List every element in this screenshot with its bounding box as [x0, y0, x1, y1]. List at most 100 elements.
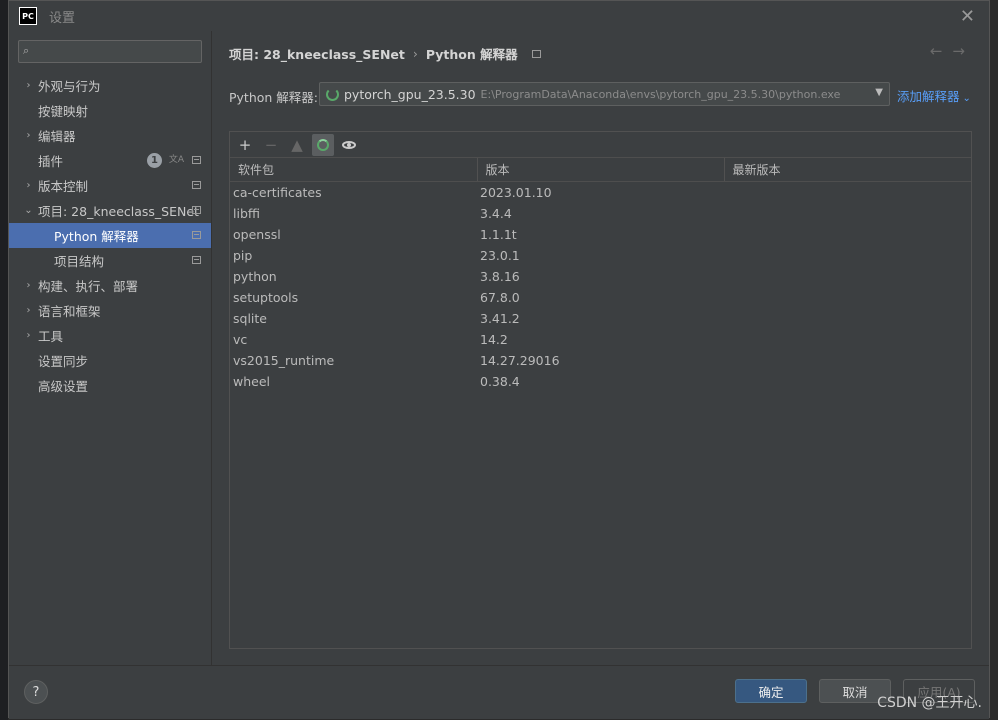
sidebar-item-label: 工具 [38, 329, 64, 344]
window-title: 设置 [49, 10, 76, 26]
latest-version-cell [724, 202, 971, 224]
chevron-right-icon[interactable]: › [22, 130, 35, 141]
version-cell: 23.0.1 [477, 244, 724, 266]
package-name-cell: sqlite [230, 307, 477, 329]
sidebar-item[interactable]: 设置同步 [9, 348, 211, 373]
show-early-releases-button[interactable] [338, 134, 360, 156]
sidebar-item[interactable]: 按键映射 [9, 98, 211, 123]
remove-package-button[interactable]: − [260, 134, 282, 156]
add-interpreter-link[interactable]: 添加解释器 ⌄ [897, 86, 971, 105]
interpreter-select[interactable]: pytorch_gpu_23.5.30 E:\ProgramData\Anaco… [319, 82, 890, 106]
eye-icon [342, 140, 356, 149]
sidebar-item[interactable]: › 构建、执行、部署 [9, 273, 211, 298]
latest-version-cell [724, 286, 971, 308]
version-cell: 0.38.4 [477, 370, 724, 392]
package-name-cell: openssl [230, 223, 477, 245]
add-interpreter-label: 添加解释器 [897, 89, 960, 104]
sidebar-item-label: 设置同步 [38, 354, 89, 369]
chevron-right-icon[interactable]: › [22, 305, 35, 316]
chevron-down-icon: ⌄ [962, 93, 971, 104]
table-row[interactable]: vs2015_runtime 14.27.29016 [230, 349, 971, 371]
column-header-package[interactable]: 软件包 [230, 157, 477, 182]
column-header-version[interactable]: 版本 [476, 157, 724, 182]
package-name-cell: vs2015_runtime [230, 349, 477, 371]
sidebar-item[interactable]: ⌄ 项目: 28_kneeclass_SENet [9, 198, 211, 223]
search-input[interactable]: ⌕ [18, 40, 202, 63]
update-count-badge: 1 [147, 153, 162, 168]
table-row[interactable]: ca-certificates 2023.01.10 [230, 181, 971, 203]
latest-version-cell [724, 265, 971, 287]
version-cell: 2023.01.10 [477, 181, 724, 203]
settings-sidebar: ⌕ › 外观与行为 按键映射 › 编辑器 插件 1 文A › 版本控制 ⌄ 项目: 28_kneecl… [9, 31, 211, 665]
settings-dialog: PC 设置 ✕ ⌕ › 外观与行为 按键映射 › 编辑器 插件 1 文A › 版本控制 ⌄ 项目: 2… [8, 0, 990, 719]
add-package-button[interactable]: + [234, 134, 256, 156]
package-name-cell: libffi [230, 202, 477, 224]
version-cell: 14.27.29016 [477, 349, 724, 371]
breadcrumb-page: Python 解释器 [425, 47, 518, 62]
sidebar-item[interactable]: 插件 1 文A [9, 148, 211, 173]
chevron-down-icon[interactable]: ⌄ [22, 205, 35, 216]
project-scope-icon [192, 231, 201, 239]
translate-icon: 文A [168, 155, 184, 165]
table-row[interactable]: pip 23.0.1 [230, 244, 971, 266]
dropdown-arrow-icon: ▼ [875, 87, 883, 98]
sidebar-item-label: 项目: 28_kneeclass_SENet [38, 204, 199, 219]
table-row[interactable]: python 3.8.16 [230, 265, 971, 287]
chevron-right-icon[interactable]: › [22, 330, 35, 341]
table-row[interactable]: sqlite 3.41.2 [230, 307, 971, 329]
latest-version-cell [724, 328, 971, 350]
column-header-latest[interactable]: 最新版本 [723, 157, 971, 182]
breadcrumb-project: 项目: 28_kneeclass_SENet [229, 47, 405, 62]
latest-version-cell [724, 307, 971, 329]
packages-table: 软件包 版本 最新版本 ca-certificates 2023.01.10 lib… [230, 157, 971, 392]
search-icon: ⌕ [23, 44, 30, 57]
sidebar-item-label: Python 解释器 [54, 229, 139, 244]
project-scope-icon [192, 206, 201, 214]
table-row[interactable]: vc 14.2 [230, 328, 971, 350]
interpreter-label: Python 解释器: [229, 90, 319, 105]
ok-button[interactable]: 确定 [735, 679, 807, 703]
sidebar-item[interactable]: 项目结构 [9, 248, 211, 273]
package-name-cell: setuptools [230, 286, 477, 308]
upgrade-package-button[interactable]: ▲ [286, 134, 308, 156]
version-cell: 3.8.16 [477, 265, 724, 287]
close-icon[interactable]: ✕ [960, 6, 975, 27]
pycharm-app-icon: PC [19, 7, 37, 25]
sidebar-item[interactable]: › 语言和框架 [9, 298, 211, 323]
package-name-cell: python [230, 265, 477, 287]
sidebar-item[interactable]: › 外观与行为 [9, 73, 211, 98]
help-button[interactable]: ? [24, 680, 48, 704]
interpreter-name: pytorch_gpu_23.5.30 [344, 86, 476, 102]
sidebar-item[interactable]: › 编辑器 [9, 123, 211, 148]
latest-version-cell [724, 370, 971, 392]
breadcrumb-separator: › [412, 46, 418, 61]
sidebar-item-label: 构建、执行、部署 [38, 279, 139, 294]
version-cell: 3.4.4 [477, 202, 724, 224]
table-row[interactable]: setuptools 67.8.0 [230, 286, 971, 308]
chevron-right-icon[interactable]: › [22, 180, 35, 191]
sidebar-item[interactable]: Python 解释器 [9, 223, 211, 248]
version-cell: 1.1.1t [477, 223, 724, 245]
project-scope-icon [192, 156, 201, 164]
table-row[interactable]: wheel 0.38.4 [230, 370, 971, 392]
version-cell: 14.2 [477, 328, 724, 350]
table-row[interactable]: libffi 3.4.4 [230, 202, 971, 224]
refresh-button[interactable] [312, 133, 334, 156]
chevron-right-icon[interactable]: › [22, 280, 35, 291]
version-cell: 67.8.0 [477, 286, 724, 308]
forward-arrow-icon[interactable]: → [952, 42, 975, 60]
sidebar-item-label: 外观与行为 [38, 79, 101, 94]
title-bar: PC 设置 ✕ [9, 1, 989, 31]
chevron-right-icon[interactable]: › [22, 80, 35, 91]
table-row[interactable]: openssl 1.1.1t [230, 223, 971, 245]
latest-version-cell [724, 181, 971, 203]
sidebar-item[interactable]: › 工具 [9, 323, 211, 348]
back-arrow-icon[interactable]: ← [930, 42, 953, 60]
sidebar-item[interactable]: › 版本控制 [9, 173, 211, 198]
sidebar-item-label: 高级设置 [38, 379, 89, 394]
sidebar-item-label: 语言和框架 [38, 304, 101, 319]
breadcrumb: 项目: 28_kneeclass_SENet › Python 解释器 [229, 44, 541, 63]
loading-spinner-icon [326, 87, 339, 101]
project-scope-icon [531, 49, 541, 58]
sidebar-item[interactable]: 高级设置 [9, 373, 211, 398]
